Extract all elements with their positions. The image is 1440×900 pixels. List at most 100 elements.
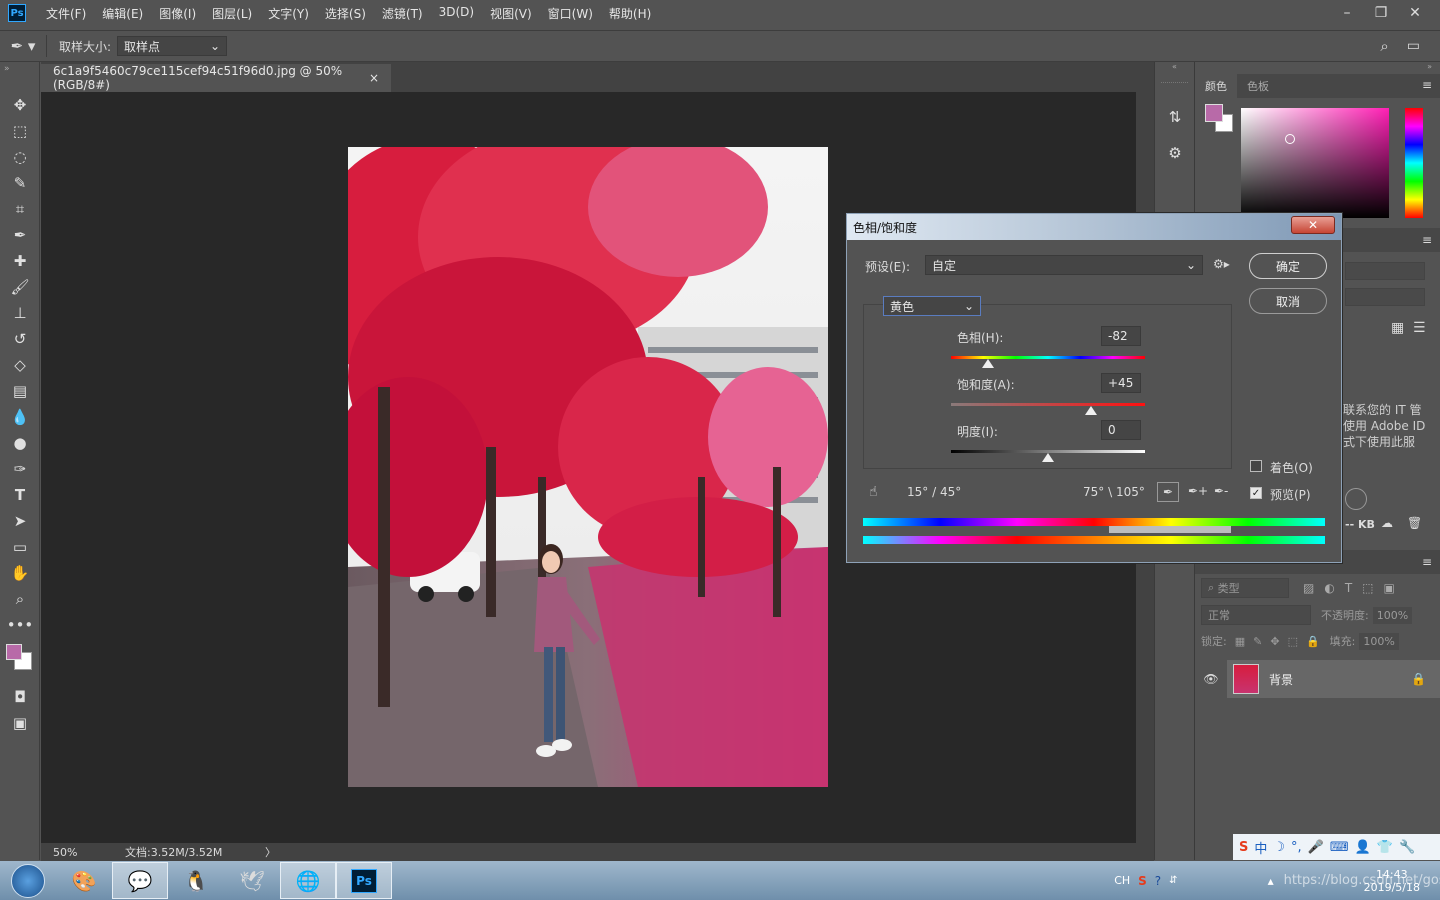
more-tools-icon[interactable]: ••• <box>0 612 40 638</box>
hue-value-input[interactable]: -82 <box>1101 326 1141 346</box>
layer-row[interactable]: 👁 背景 🔒 <box>1195 660 1440 698</box>
mic-icon[interactable]: 🎤 <box>1308 840 1324 855</box>
cloud-icon[interactable]: ☁ <box>1381 516 1393 530</box>
grid-view-icon[interactable]: ▦ <box>1391 320 1404 336</box>
zoom-level[interactable]: 50% <box>41 846 125 859</box>
library-filter[interactable] <box>1345 288 1425 306</box>
library-button[interactable] <box>1345 488 1367 510</box>
close-window-button[interactable]: ✕ <box>1398 2 1432 24</box>
close-tab-icon[interactable]: × <box>369 71 379 85</box>
collapse-icon[interactable]: » <box>0 62 39 92</box>
filter-pixel-icon[interactable]: ▨ <box>1303 581 1314 595</box>
wechat-icon[interactable]: 💬 <box>112 862 168 899</box>
menu-item[interactable]: 滤镜(T) <box>374 5 431 22</box>
dodge-tool-icon[interactable]: ● <box>0 430 40 456</box>
properties-panel-icon[interactable]: ⚙ <box>1155 140 1195 166</box>
preset-options-gear-icon[interactable]: ⚙▸ <box>1213 257 1230 271</box>
hue-slider-track[interactable] <box>951 356 1145 359</box>
menu-item[interactable]: 帮助(H) <box>601 5 659 22</box>
ime-mode-label[interactable]: 中 <box>1254 838 1267 857</box>
ok-button[interactable]: 确定 <box>1249 253 1327 279</box>
filter-smart-icon[interactable]: ▣ <box>1384 581 1395 595</box>
zoom-tool-icon[interactable]: ⌕ <box>0 586 40 612</box>
menu-item[interactable]: 窗口(W) <box>540 5 601 22</box>
user-icon[interactable]: 👤 <box>1355 840 1371 855</box>
panel-menu-icon[interactable]: ≡ <box>1414 74 1440 98</box>
document-tab[interactable]: 6c1a9f5460c79ce115cef94c51f96d0.jpg @ 50… <box>41 64 391 92</box>
sogou-tray-icon[interactable]: S <box>1138 874 1147 888</box>
menu-item[interactable]: 文字(Y) <box>260 5 317 22</box>
hand-tool-icon[interactable]: ✋ <box>0 560 40 586</box>
range-slider[interactable] <box>1109 526 1231 533</box>
keyboard-icon[interactable]: ⌨ <box>1330 840 1349 855</box>
status-menu-arrow[interactable]: 〉 <box>265 844 276 860</box>
cancel-button[interactable]: 取消 <box>1249 288 1327 314</box>
tab-color[interactable]: 颜色 <box>1195 74 1237 98</box>
eyedropper-tool-preset-icon[interactable]: ✒ ▾ <box>0 37 46 55</box>
crop-tool-icon[interactable]: ⌗ <box>0 196 40 222</box>
preview-checkbox[interactable]: ✓ <box>1250 487 1262 499</box>
layer-name[interactable]: 背景 <box>1269 671 1293 688</box>
workspace-icon[interactable]: ▭ <box>1407 38 1420 54</box>
menu-item[interactable]: 图层(L) <box>204 5 260 22</box>
type-tool-icon[interactable]: T <box>0 482 40 508</box>
layer-filter-select[interactable]: ⌕ 类型 <box>1201 578 1289 598</box>
show-hidden-icons[interactable]: ▴ <box>1268 874 1274 888</box>
opacity-value[interactable]: 100% <box>1372 606 1413 624</box>
menu-item[interactable]: 编辑(E) <box>94 5 151 22</box>
adjustments-menu-icon[interactable]: ≡ <box>1422 233 1432 247</box>
move-tool-icon[interactable]: ✥ <box>0 92 40 118</box>
healing-brush-tool-icon[interactable]: ✚ <box>0 248 40 274</box>
layers-menu-icon[interactable]: ≡ <box>1422 555 1432 569</box>
qq-icon[interactable]: 🐧 <box>168 862 224 899</box>
filter-shape-icon[interactable]: ⬚ <box>1362 581 1373 595</box>
panel-foreground-swatch[interactable] <box>1205 104 1223 122</box>
tab-swatches[interactable]: 色板 <box>1237 74 1279 98</box>
menu-item[interactable]: 3D(D) <box>431 5 482 22</box>
filter-type-icon[interactable]: T <box>1345 581 1352 595</box>
lightness-slider-thumb[interactable] <box>1042 453 1054 462</box>
menu-item[interactable]: 选择(S) <box>317 5 374 22</box>
history-panel-icon[interactable]: ⇅ <box>1155 104 1195 130</box>
dialog-title-bar[interactable]: 色相/饱和度 ✕ <box>847 214 1341 240</box>
screen-mode-icon[interactable]: ▣ <box>0 710 40 736</box>
document-image[interactable] <box>348 147 828 787</box>
punct-icon[interactable]: °, <box>1291 840 1302 855</box>
hue-slider-thumb[interactable] <box>982 359 994 368</box>
saturation-value-input[interactable]: +45 <box>1101 373 1141 393</box>
list-view-icon[interactable]: ☰ <box>1413 320 1426 336</box>
colorize-checkbox[interactable] <box>1250 460 1262 472</box>
saturation-slider-track[interactable] <box>951 403 1145 406</box>
gradient-tool-icon[interactable]: ▤ <box>0 378 40 404</box>
menu-item[interactable]: 文件(F) <box>38 5 94 22</box>
dialog-close-button[interactable]: ✕ <box>1291 216 1335 234</box>
brush-tool-icon[interactable]: 🖌 <box>0 274 40 300</box>
eyedropper-tool-icon[interactable]: ✒ <box>0 222 40 248</box>
lock-paint-icon[interactable]: ✎ <box>1253 635 1262 648</box>
preset-select[interactable]: 自定 ⌄ <box>925 255 1203 275</box>
shirt-icon[interactable]: 👕 <box>1377 840 1393 855</box>
pen-tool-icon[interactable]: ✑ <box>0 456 40 482</box>
saturation-slider-thumb[interactable] <box>1085 406 1097 415</box>
targeted-adjust-hand-icon[interactable]: ☝ <box>869 484 878 500</box>
eraser-tool-icon[interactable]: ◇ <box>0 352 40 378</box>
hue-slider[interactable] <box>1405 108 1423 218</box>
eyedropper-minus-icon[interactable]: ✒- <box>1214 484 1228 498</box>
restore-button[interactable]: ❐ <box>1364 2 1398 24</box>
marquee-tool-icon[interactable]: ⬚ <box>0 118 40 144</box>
color-app-icon[interactable]: 🎨 <box>56 862 112 899</box>
blur-tool-icon[interactable]: 💧 <box>0 404 40 430</box>
foreground-color-swatch[interactable] <box>6 644 22 660</box>
quick-mask-icon[interactable]: ◘ <box>0 684 40 710</box>
language-indicator[interactable]: CH <box>1114 874 1130 887</box>
bird-app-icon[interactable]: 🕊 <box>224 862 280 899</box>
menu-item[interactable]: 视图(V) <box>482 5 540 22</box>
collapse-panels-icon[interactable]: » <box>1195 62 1440 74</box>
filter-adjust-icon[interactable]: ◐ <box>1324 581 1334 595</box>
channel-select[interactable]: 黄色 ⌄ <box>883 296 981 316</box>
photoshop-taskbar-icon[interactable]: Ps <box>336 862 392 899</box>
history-brush-tool-icon[interactable]: ↺ <box>0 326 40 352</box>
collapse-dock-icon[interactable]: « <box>1155 62 1194 74</box>
quick-select-tool-icon[interactable]: ✎ <box>0 170 40 196</box>
blend-mode-select[interactable]: 正常 <box>1201 605 1311 625</box>
